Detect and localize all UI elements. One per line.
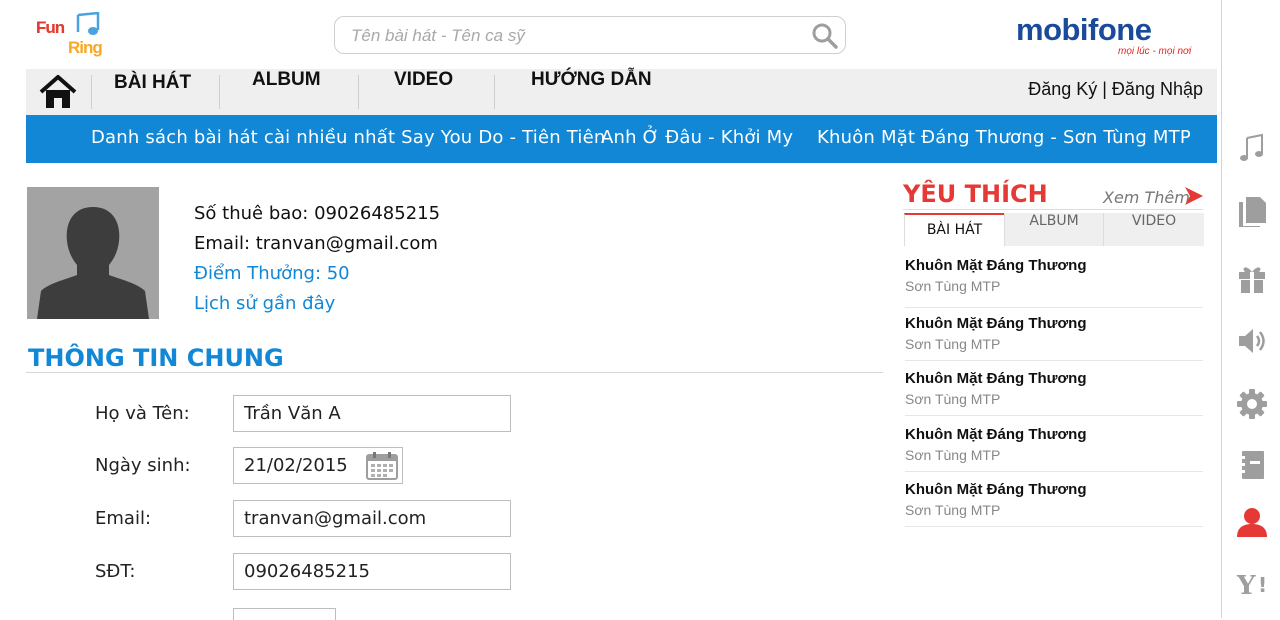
email-field[interactable] bbox=[233, 500, 511, 537]
song-title[interactable]: Khuôn Mặt Đáng Thương bbox=[905, 481, 1087, 498]
home-icon[interactable] bbox=[38, 74, 78, 110]
list-item[interactable]: Khuôn Mặt Đáng Thương Sơn Tùng MTP bbox=[905, 257, 1203, 308]
news-ticker: Danh sách bài hát cài nhiều nhất Say You… bbox=[26, 115, 1217, 163]
svg-text:Y: Y bbox=[1236, 571, 1256, 600]
favorites-divider bbox=[903, 209, 1203, 210]
list-item[interactable]: Khuôn Mặt Đáng Thương Sơn Tùng MTP bbox=[905, 426, 1203, 472]
section-divider bbox=[26, 372, 883, 373]
song-artist: Sơn Tùng MTP bbox=[905, 278, 1001, 294]
music-note-icon bbox=[76, 12, 100, 35]
nav-divider bbox=[91, 75, 92, 109]
song-title[interactable]: Khuôn Mặt Đáng Thương bbox=[905, 257, 1087, 274]
profile-email: Email: tranvan@gmail.com bbox=[194, 233, 438, 254]
song-artist: Sơn Tùng MTP bbox=[905, 391, 1001, 407]
section-title: THÔNG TIN CHUNG bbox=[28, 344, 284, 372]
logo-text-fun: Fun bbox=[36, 18, 65, 37]
phone-label: SĐT: bbox=[95, 561, 136, 582]
name-field[interactable] bbox=[233, 395, 511, 432]
ticker-item[interactable]: Danh sách bài hát cài nhiều nhất Say You… bbox=[91, 127, 606, 148]
avatar[interactable] bbox=[27, 187, 159, 319]
documents-icon[interactable] bbox=[1236, 195, 1268, 227]
nav-divider bbox=[358, 75, 359, 109]
music-note-icon[interactable] bbox=[1236, 132, 1268, 164]
side-toolbar: Y ! bbox=[1221, 0, 1280, 618]
user-icon[interactable] bbox=[1236, 505, 1268, 537]
auth-links[interactable]: Đăng Ký | Đăng Nhập bbox=[1028, 79, 1203, 100]
speaker-icon[interactable] bbox=[1236, 325, 1268, 357]
notebook-icon[interactable] bbox=[1236, 449, 1268, 481]
gear-icon[interactable] bbox=[1236, 388, 1268, 420]
brand-tagline: mọi lúc - mọi nơi bbox=[1118, 46, 1192, 57]
nav-item-huong-dan[interactable]: HƯỚNG DẪN bbox=[531, 69, 652, 115]
nav-item-album[interactable]: ALBUM bbox=[252, 69, 321, 115]
mobifone-logo[interactable]: mobifone mọi lúc - mọi nơi bbox=[1016, 12, 1206, 57]
dob-label: Ngày sinh: bbox=[95, 455, 191, 476]
favorites-tabs: BÀI HÁT ALBUM VIDEO bbox=[904, 213, 1204, 246]
nav-item-bai-hat[interactable]: BÀI HÁT bbox=[114, 72, 191, 118]
song-title[interactable]: Khuôn Mặt Đáng Thương bbox=[905, 315, 1087, 332]
reward-points-link[interactable]: Điểm Thưởng: 50 bbox=[194, 263, 350, 284]
tab-album[interactable]: ALBUM bbox=[1004, 213, 1104, 246]
nav-divider bbox=[219, 75, 220, 109]
funring-logo[interactable]: Fun Ring bbox=[36, 12, 120, 62]
list-item[interactable]: Khuôn Mặt Đáng Thương Sơn Tùng MTP bbox=[905, 481, 1203, 527]
name-label: Họ và Tên: bbox=[95, 403, 190, 424]
logo-text-ring: Ring bbox=[68, 38, 103, 57]
gift-icon[interactable] bbox=[1236, 262, 1268, 294]
favorites-title: YÊU THÍCH bbox=[903, 180, 1048, 208]
list-item[interactable]: Khuôn Mặt Đáng Thương Sơn Tùng MTP bbox=[905, 370, 1203, 416]
song-artist: Sơn Tùng MTP bbox=[905, 502, 1001, 518]
list-item[interactable]: Khuôn Mặt Đáng Thương Sơn Tùng MTP bbox=[905, 315, 1203, 361]
arrow-right-icon[interactable] bbox=[1184, 186, 1204, 206]
nav-item-video[interactable]: VIDEO bbox=[394, 69, 453, 115]
svg-text:!: ! bbox=[1258, 573, 1267, 597]
search-input[interactable] bbox=[349, 23, 793, 49]
yahoo-icon[interactable]: Y ! bbox=[1236, 568, 1268, 600]
phone-field[interactable] bbox=[233, 553, 511, 590]
tab-video[interactable]: VIDEO bbox=[1104, 213, 1204, 246]
search-icon[interactable] bbox=[811, 22, 839, 50]
brand-name: mobifone bbox=[1016, 12, 1152, 47]
ticker-item[interactable]: Khuôn Mặt Đáng Thương - Sơn Tùng MTP bbox=[817, 127, 1191, 148]
calendar-icon[interactable] bbox=[366, 452, 398, 480]
gender-select[interactable] bbox=[233, 608, 336, 620]
tab-bai-hat[interactable]: BÀI HÁT bbox=[904, 213, 1004, 246]
song-artist: Sơn Tùng MTP bbox=[905, 336, 1001, 352]
song-title[interactable]: Khuôn Mặt Đáng Thương bbox=[905, 426, 1087, 443]
see-more-link[interactable]: Xem Thêm bbox=[1103, 188, 1190, 207]
recent-history-link[interactable]: Lịch sử gần đây bbox=[194, 293, 335, 314]
main-nav: BÀI HÁT ALBUM VIDEO HƯỚNG DẪN Đăng Ký | … bbox=[26, 69, 1217, 115]
user-silhouette-icon bbox=[27, 187, 159, 319]
song-title[interactable]: Khuôn Mặt Đáng Thương bbox=[905, 370, 1087, 387]
email-label: Email: bbox=[95, 508, 152, 529]
song-artist: Sơn Tùng MTP bbox=[905, 447, 1001, 463]
nav-divider bbox=[494, 75, 495, 109]
search-box[interactable] bbox=[334, 16, 846, 54]
subscriber-number: Số thuê bao: 09026485215 bbox=[194, 203, 441, 224]
ticker-item[interactable]: Anh Ở Đâu - Khởi My bbox=[601, 127, 793, 148]
